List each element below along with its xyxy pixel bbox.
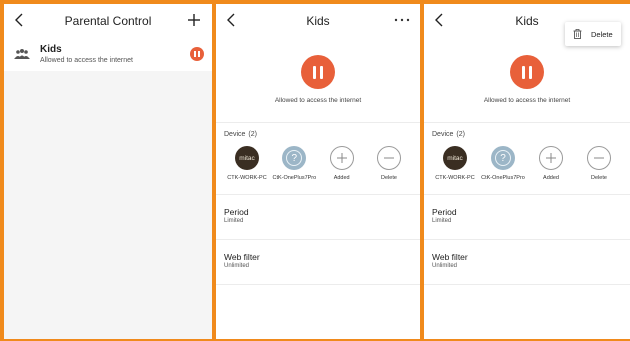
back-button[interactable] [430, 11, 448, 29]
period-title: Period [224, 207, 249, 217]
webfilter-row[interactable]: Web filter Unlimited [216, 240, 420, 285]
device-header: Device (2) [432, 131, 622, 138]
device-count: (2) [248, 131, 257, 138]
delete-device-button[interactable]: Delete [366, 146, 412, 181]
top-bar: Kids [216, 4, 420, 37]
device-section: Device (2) mitac CTK-WORK-PC ? CtK-OnePl… [424, 123, 630, 195]
period-title: Period [432, 207, 457, 217]
group-icon [14, 49, 30, 59]
device-avatar: mitac [235, 146, 259, 170]
webfilter-row[interactable]: Web filter Unlimited [424, 240, 630, 285]
question-mark-icon: ? [286, 150, 303, 166]
device-item[interactable]: ? CtK-OnePlus7Pro [271, 146, 317, 181]
trash-icon [573, 29, 582, 39]
profile-name: Kids [40, 43, 62, 55]
add-device-label: Added [543, 175, 559, 181]
delete-device-button[interactable]: Delete [576, 146, 622, 181]
status-section: Allowed to access the internet [424, 37, 630, 123]
device-item[interactable]: mitac CTK-WORK-PC [224, 146, 270, 181]
more-dots-icon [394, 18, 410, 22]
device-list: mitac CTK-WORK-PC ? CtK-OnePlus7Pro Adde… [224, 146, 412, 181]
device-label: Device [432, 131, 454, 138]
more-menu-button[interactable] [392, 10, 412, 30]
device-name: CTK-WORK-PC [227, 175, 267, 181]
page-title: Kids [515, 13, 539, 28]
device-item[interactable]: ? CtK-OnePlus7Pro [480, 146, 526, 181]
pause-button[interactable] [301, 55, 335, 89]
pause-icon [313, 65, 316, 79]
chevron-left-icon [15, 13, 23, 27]
device-name: CtK-OnePlus7Pro [481, 175, 525, 181]
profile-status: Allowed to access the internet [40, 56, 133, 64]
plus-icon [188, 14, 200, 26]
webfilter-title: Web filter [224, 252, 260, 262]
chevron-left-icon [435, 13, 443, 27]
kids-detail-menu-screen: Kids Delete Allowed to access the intern… [424, 4, 630, 339]
back-button[interactable] [222, 11, 240, 29]
plus-icon [546, 153, 556, 163]
delete-device-label: Delete [381, 175, 397, 181]
chevron-left-icon [227, 13, 235, 27]
minus-icon [594, 157, 604, 159]
delete-menu-label: Delete [591, 29, 613, 39]
device-label: Device [224, 131, 246, 138]
add-device-button[interactable]: Added [319, 146, 365, 181]
device-avatar-text: mitac [447, 154, 463, 162]
device-header: Device (2) [224, 131, 412, 138]
status-section: Allowed to access the internet [216, 37, 420, 123]
add-device-label: Added [333, 175, 350, 181]
device-name: CtK-OnePlus7Pro [272, 175, 317, 181]
access-status: Allowed to access the internet [483, 97, 571, 104]
device-avatar: ? [491, 146, 515, 170]
pause-badge[interactable] [190, 47, 204, 61]
device-avatar: mitac [443, 146, 467, 170]
pause-button[interactable] [510, 55, 544, 89]
device-name: CTK-WORK-PC [435, 175, 475, 181]
parental-control-screen: Parental Control Kids Allowed to access … [4, 4, 212, 339]
period-value: Limited [432, 218, 452, 224]
period-value: Limited [224, 218, 244, 224]
pause-icon [522, 65, 525, 79]
page-title: Parental Control [64, 13, 152, 28]
device-avatar: ? [282, 146, 307, 170]
access-status: Allowed to access the internet [274, 97, 362, 104]
page-title: Kids [306, 13, 330, 28]
question-mark-icon: ? [495, 150, 511, 166]
device-count: (2) [456, 131, 465, 138]
minus-icon [383, 157, 394, 159]
top-bar: Parental Control [4, 4, 212, 37]
device-section: Device (2) mitac CTK-WORK-PC ? CtK-OnePl… [216, 123, 420, 195]
webfilter-value: Unlimited [224, 263, 250, 269]
kids-detail-screen: Kids Allowed to access the internet Devi… [216, 4, 420, 339]
period-row[interactable]: Period Limited [424, 195, 630, 240]
webfilter-title: Web filter [432, 252, 468, 262]
device-avatar-text: mitac [239, 154, 255, 162]
add-device-button[interactable]: Added [528, 146, 574, 181]
add-button[interactable] [184, 10, 204, 30]
webfilter-value: Unlimited [432, 263, 458, 269]
pause-icon [194, 51, 196, 57]
back-button[interactable] [10, 11, 28, 29]
list-item[interactable]: Kids Allowed to access the internet [4, 37, 212, 71]
delete-menu-item[interactable]: Delete [565, 22, 621, 46]
delete-device-label: Delete [591, 175, 607, 181]
period-row[interactable]: Period Limited [216, 195, 420, 240]
device-list: mitac CTK-WORK-PC ? CtK-OnePlus7Pro Adde… [432, 146, 622, 181]
plus-icon [336, 153, 347, 163]
device-item[interactable]: mitac CTK-WORK-PC [432, 146, 478, 181]
